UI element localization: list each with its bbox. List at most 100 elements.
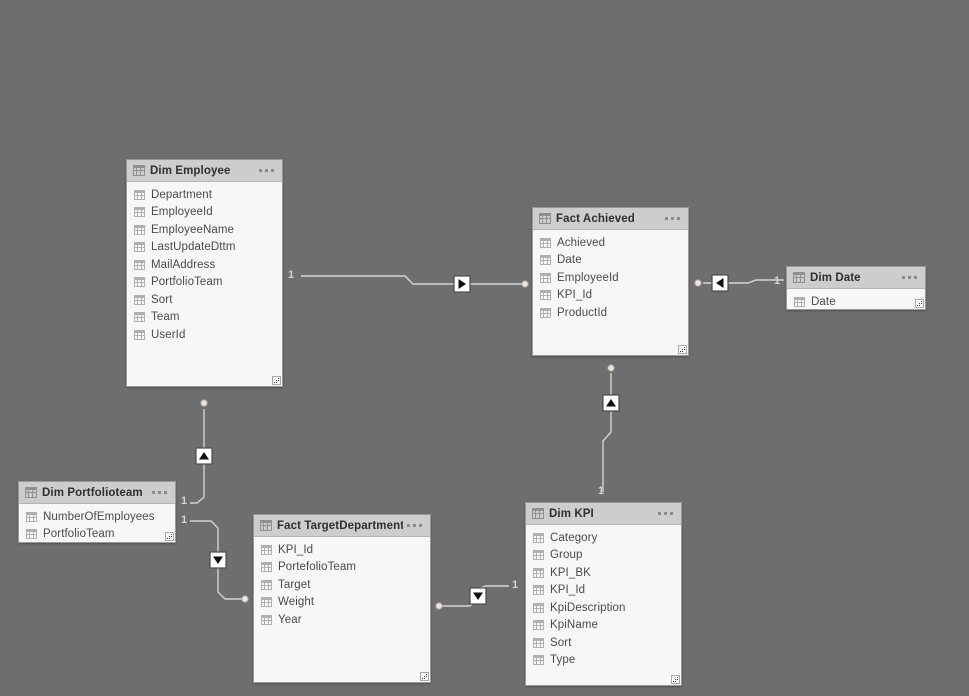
table-header-dim-employee[interactable]: Dim Employee	[127, 160, 282, 182]
field-row[interactable]: EmployeeName	[127, 221, 282, 239]
field-grid-icon	[26, 529, 37, 540]
field-grid-icon	[134, 329, 145, 340]
field-label: EmployeeId	[557, 271, 619, 284]
table-grid-icon	[532, 508, 544, 519]
resize-grip-icon[interactable]	[165, 532, 174, 541]
field-row[interactable]: KpiName	[526, 617, 681, 635]
table-grid-icon	[793, 272, 805, 283]
table-header-dim-date[interactable]: Dim Date	[787, 267, 925, 289]
field-row[interactable]: Date	[787, 293, 925, 309]
field-row[interactable]: Type	[526, 652, 681, 670]
resize-grip-icon[interactable]	[272, 376, 281, 385]
field-row[interactable]: Sort	[127, 291, 282, 309]
table-card-dim-employee[interactable]: Dim Employee Department EmployeeId Employee…	[126, 159, 283, 387]
ellipsis-menu-icon[interactable]	[898, 272, 921, 283]
ellipsis-menu-icon[interactable]	[654, 508, 677, 519]
ellipsis-menu-icon[interactable]	[148, 487, 171, 498]
ellipsis-menu-icon[interactable]	[255, 165, 278, 176]
field-label: MailAddress	[151, 258, 216, 271]
many-side-marker[interactable]	[521, 280, 529, 288]
cardinality-label-one: 1	[181, 514, 188, 526]
many-side-marker[interactable]	[241, 595, 249, 603]
field-grid-icon	[261, 597, 272, 608]
cross-filter-arrow-down-icon	[213, 556, 223, 564]
table-card-dim-date[interactable]: Dim Date Date	[786, 266, 926, 310]
cross-filter-marker-box[interactable]	[209, 551, 227, 569]
relationship-rel-achieved-kpi[interactable]	[602, 364, 620, 492]
field-label: Category	[550, 531, 598, 544]
table-header-fact-targetdepartment[interactable]: Fact TargetDepartment	[254, 515, 430, 537]
field-row[interactable]: Group	[526, 547, 681, 565]
field-row[interactable]: ProductId	[533, 304, 688, 322]
relationship-rel-employee-achieved[interactable]	[301, 275, 529, 293]
table-header-fact-achieved[interactable]: Fact Achieved	[533, 208, 688, 230]
cross-filter-marker-box[interactable]	[195, 447, 213, 465]
field-row[interactable]: Weight	[254, 594, 430, 612]
field-label: EmployeeId	[151, 206, 213, 219]
cross-filter-marker-box[interactable]	[469, 587, 487, 605]
field-row[interactable]: Date	[533, 252, 688, 270]
field-row[interactable]: UserId	[127, 326, 282, 344]
field-row[interactable]: KpiDescription	[526, 599, 681, 617]
field-row[interactable]: KPI_Id	[526, 582, 681, 600]
table-header-dim-portfolioteam[interactable]: Dim Portfolioteam	[19, 482, 175, 504]
field-grid-icon	[134, 312, 145, 323]
relationship-rel-employee-portfolioteam[interactable]	[190, 399, 213, 504]
resize-grip-icon[interactable]	[420, 672, 429, 681]
field-label: KPI_BK	[550, 566, 591, 579]
field-row[interactable]: Achieved	[533, 234, 688, 252]
many-side-marker[interactable]	[435, 602, 443, 610]
table-card-dim-kpi[interactable]: Dim KPI Category Group KPI_BK KPI_Id KpiDescr…	[525, 502, 682, 686]
field-list-dim-employee: Department EmployeeId EmployeeName LastUpda…	[127, 182, 282, 386]
relationship-rel-achieved-date[interactable]	[694, 274, 784, 292]
cross-filter-marker-box[interactable]	[602, 394, 620, 412]
field-row[interactable]: PortefolioTeam	[254, 559, 430, 577]
table-title: Fact Achieved	[556, 212, 635, 225]
relationship-rel-targetdepartment-kpi[interactable]	[435, 585, 509, 610]
field-label: Sort	[151, 293, 173, 306]
cross-filter-marker-box[interactable]	[711, 274, 729, 292]
field-grid-icon	[540, 237, 551, 248]
field-row[interactable]: Target	[254, 576, 430, 594]
field-row[interactable]: MailAddress	[127, 256, 282, 274]
field-row[interactable]: PortfolioTeam	[127, 274, 282, 292]
field-label: PortfolioTeam	[151, 276, 223, 289]
resize-grip-icon[interactable]	[671, 675, 680, 684]
field-row[interactable]: Category	[526, 529, 681, 547]
model-diagram-canvas[interactable]: 1 1 1 1 1 1 Dim Employee Department EmployeeId E…	[0, 0, 969, 696]
table-card-dim-portfolioteam[interactable]: Dim Portfolioteam NumberOfEmployees Portfo…	[18, 481, 176, 543]
field-row[interactable]: Department	[127, 186, 282, 204]
table-card-fact-targetdepartment[interactable]: Fact TargetDepartment KPI_Id PortefolioTea…	[253, 514, 431, 683]
many-side-marker[interactable]	[200, 399, 208, 407]
field-row[interactable]: Team	[127, 309, 282, 327]
field-row[interactable]: EmployeeId	[533, 269, 688, 287]
field-label: UserId	[151, 328, 186, 341]
field-row[interactable]: Year	[254, 611, 430, 629]
field-row[interactable]: KPI_Id	[533, 287, 688, 305]
field-grid-icon	[794, 296, 805, 307]
resize-grip-icon[interactable]	[915, 299, 924, 308]
resize-grip-icon[interactable]	[678, 345, 687, 354]
cross-filter-arrow-up-icon	[606, 399, 616, 407]
cross-filter-marker-box[interactable]	[453, 275, 471, 293]
relationship-rel-portfolioteam-targetdepartment[interactable]	[190, 520, 249, 603]
table-card-fact-achieved[interactable]: Fact Achieved Achieved Date EmployeeId KPI_I…	[532, 207, 689, 356]
many-side-marker[interactable]	[607, 364, 615, 372]
field-row[interactable]: PortfolioTeam	[19, 526, 175, 543]
field-row[interactable]: KPI_Id	[254, 541, 430, 559]
field-row[interactable]: KPI_BK	[526, 564, 681, 582]
field-grid-icon	[540, 255, 551, 266]
field-label: PortefolioTeam	[278, 561, 357, 574]
table-header-dim-kpi[interactable]: Dim KPI	[526, 503, 681, 525]
field-row[interactable]: Sort	[526, 634, 681, 652]
field-label: NumberOfEmployees	[43, 510, 155, 523]
field-label: Date	[557, 254, 582, 267]
field-row[interactable]: NumberOfEmployees	[19, 508, 175, 526]
ellipsis-menu-icon[interactable]	[403, 520, 426, 531]
field-label: Sort	[550, 636, 572, 649]
field-row[interactable]: LastUpdateDttm	[127, 239, 282, 257]
ellipsis-menu-icon[interactable]	[661, 213, 684, 224]
field-grid-icon	[134, 189, 145, 200]
many-side-marker[interactable]	[694, 279, 702, 287]
field-row[interactable]: EmployeeId	[127, 204, 282, 222]
